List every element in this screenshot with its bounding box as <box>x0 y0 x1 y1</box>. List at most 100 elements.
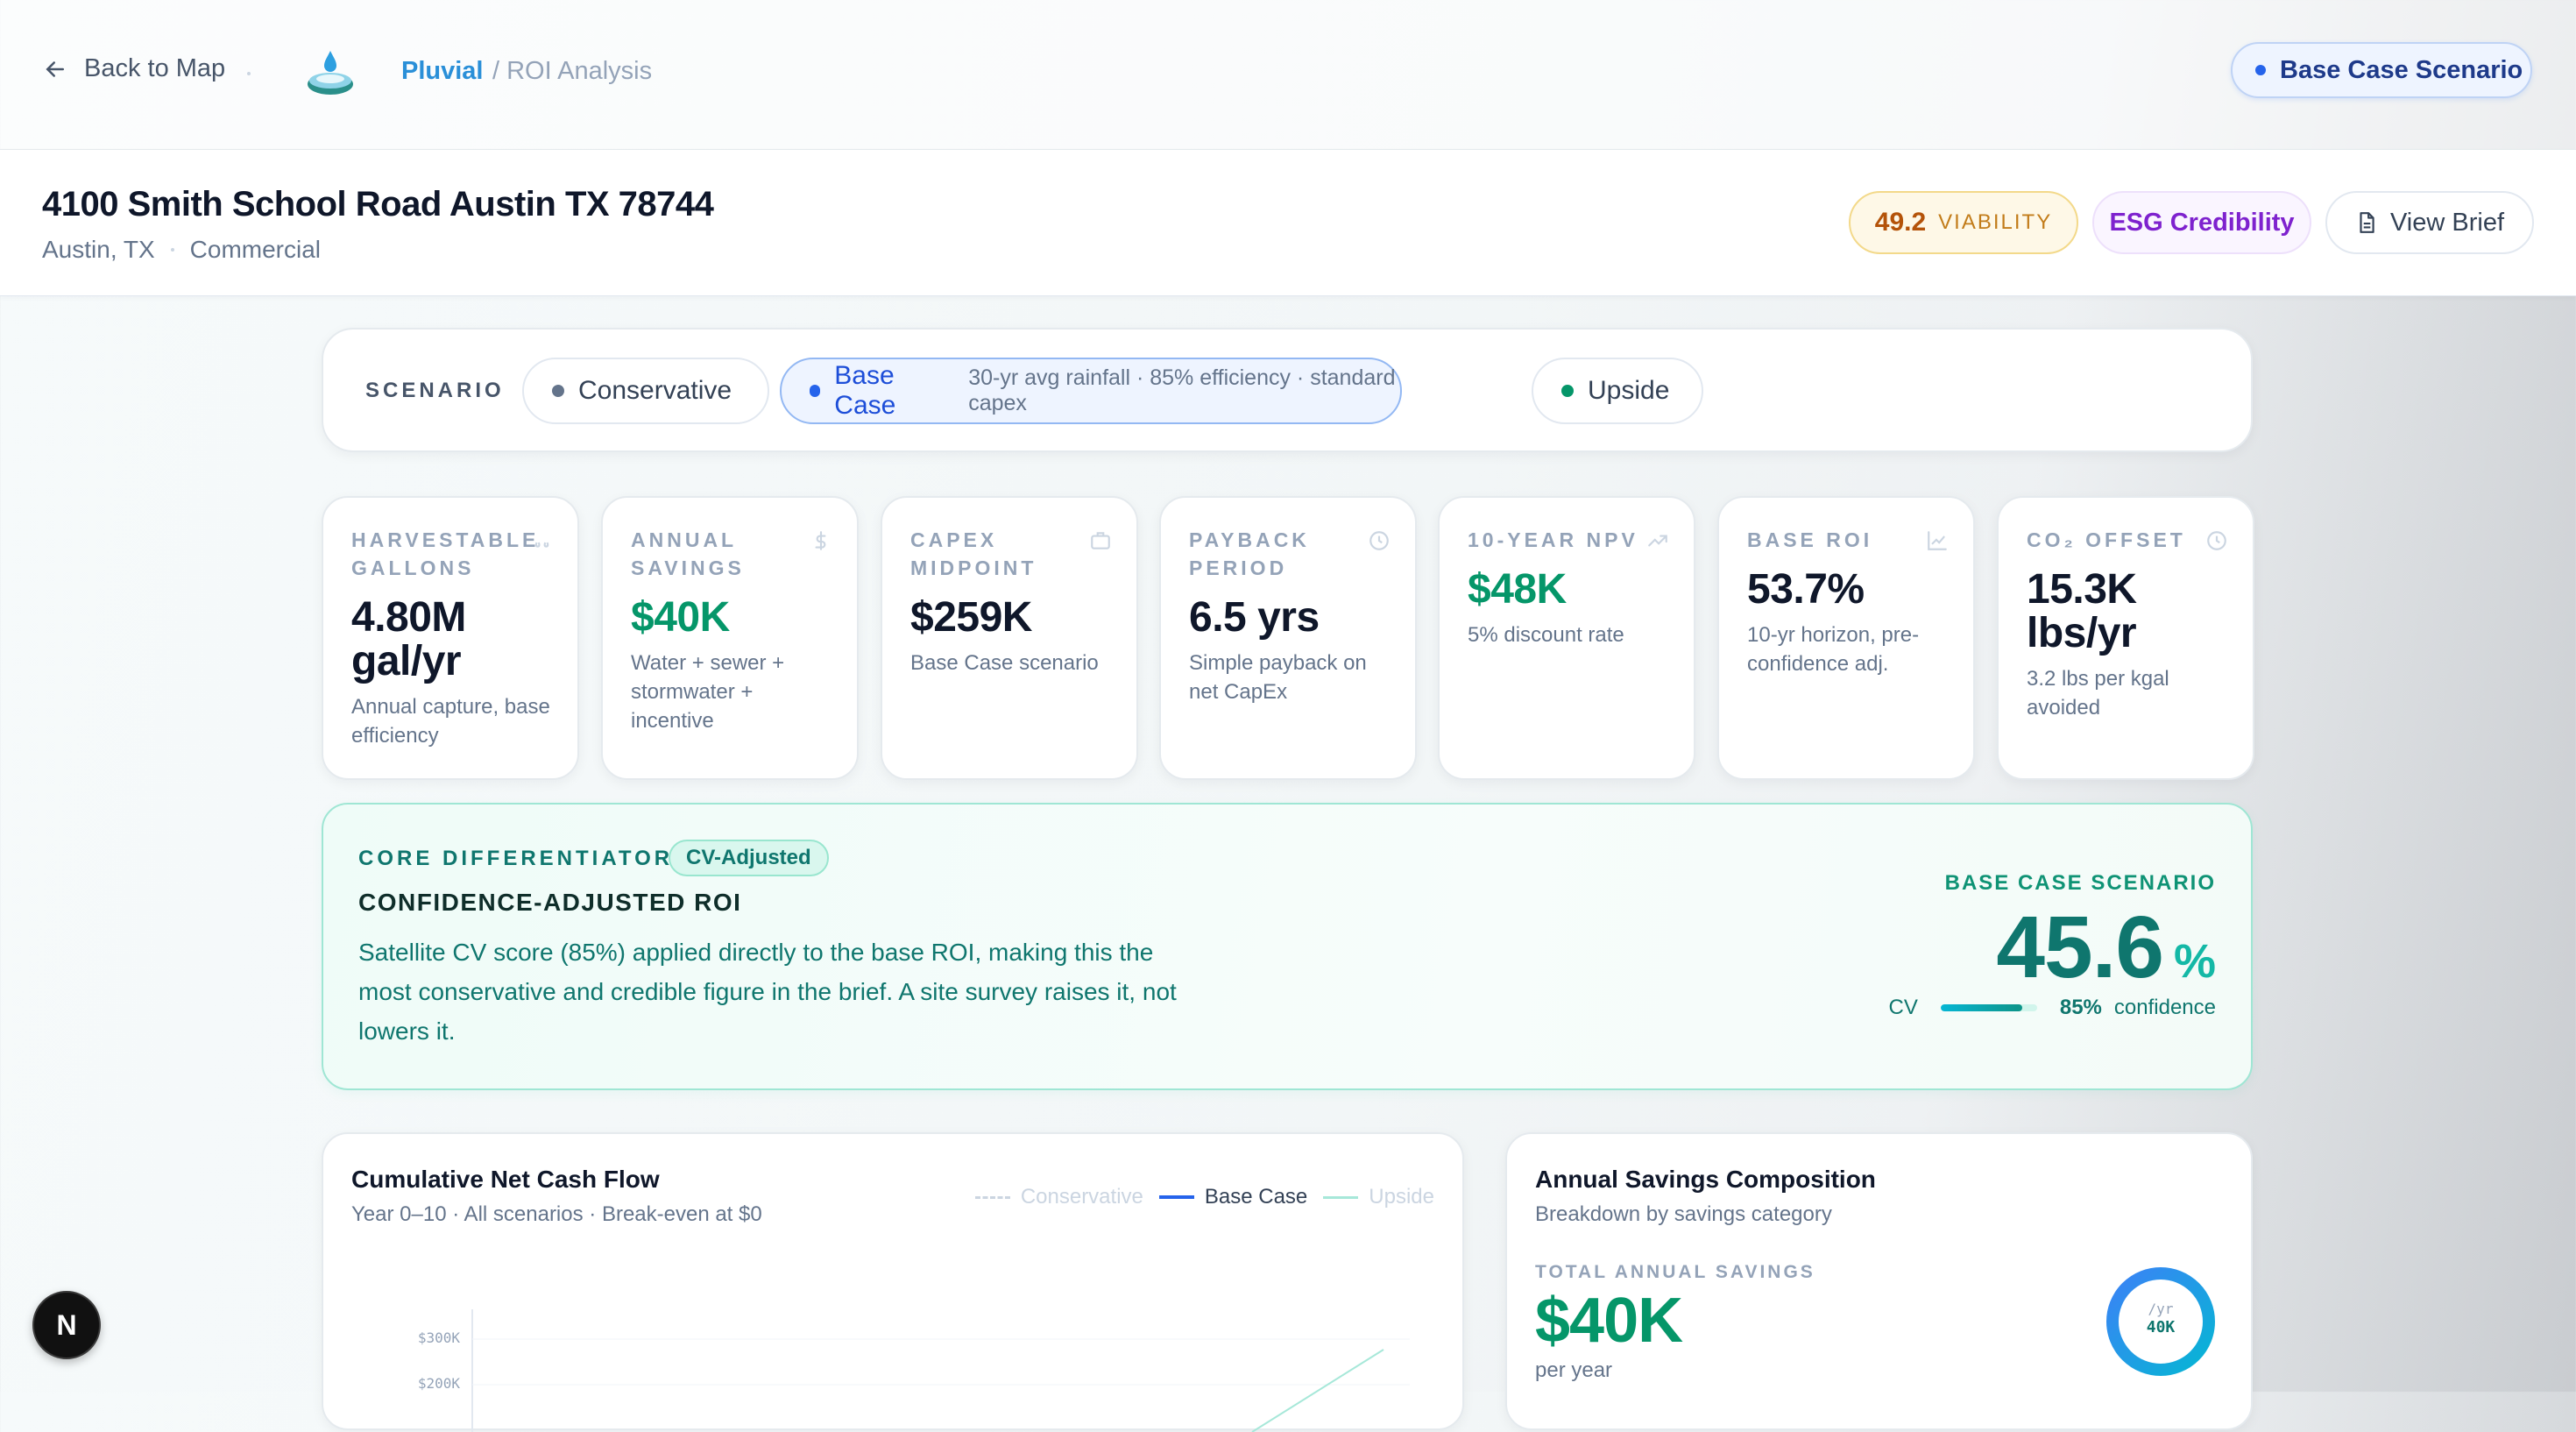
card-subtitle: Breakdown by savings category <box>1535 1202 1832 1226</box>
property-city: Austin, TX <box>42 236 155 263</box>
cash-flow-chart: $300K $200K <box>418 1309 1410 1432</box>
viability-label: VIABILITY <box>1938 210 2053 234</box>
option-label: Base Case <box>834 361 896 420</box>
kpi-value: $40K <box>631 594 730 641</box>
kpi-base-roi: BASE ROI 53.7% 10-yr horizon, pre-confid… <box>1717 496 1975 780</box>
cv-adjusted-badge: CV-Adjusted <box>669 840 829 876</box>
legend-swatch <box>1158 1195 1194 1199</box>
adjusted-roi-unit: % <box>2173 935 2216 988</box>
kpi-label: HARVESTABLE GALLONS <box>351 528 540 579</box>
kpi-note: 3.2 lbs per kgal avoided <box>2027 667 2169 720</box>
legend-label: Base Case <box>1204 1185 1308 1209</box>
kpi-label: BASE ROI <box>1747 528 1873 551</box>
kpi-note: 10-yr horizon, pre-confidence adj. <box>1747 623 1920 676</box>
esg-credibility-button[interactable]: ESG Credibility <box>2092 191 2311 254</box>
scenario-option-conservative[interactable]: Conservative <box>522 358 769 424</box>
scenario-indicator-pill[interactable]: Base Case Scenario <box>2231 42 2532 98</box>
back-label: Back to Map <box>84 54 226 82</box>
adjusted-roi-value: 45.6 <box>1996 898 2164 996</box>
property-address: 4100 Smith School Road Austin TX 78744 <box>42 185 714 223</box>
differentiator-kicker: CORE DIFFERENTIATOR <box>358 847 674 870</box>
cv-value: 85% <box>2059 996 2102 1019</box>
document-icon <box>2360 212 2374 233</box>
kpi-note: Annual capture, base efficiency <box>351 695 550 748</box>
trending-up-icon <box>1648 535 1667 547</box>
arrow-left-icon <box>46 60 64 77</box>
kpi-capex-midpoint: CAPEX MIDPOINT $259K Base Case scenario <box>881 496 1138 780</box>
legend-swatch <box>1323 1195 1359 1199</box>
kpi-10-year-npv: 10-YEAR NPV $48K 5% discount rate <box>1438 496 1695 780</box>
cumulative-cash-flow-card: Cumulative Net Cash Flow Year 0–10 · All… <box>322 1132 1464 1432</box>
legend-item-base-case[interactable]: Base Case <box>1158 1185 1308 1209</box>
cv-confidence-fill <box>1940 1004 2023 1011</box>
dollar-icon <box>815 531 826 550</box>
upside-series-line <box>1251 1349 1384 1432</box>
kpi-note: Water + sewer + stormwater + incentive <box>631 651 785 733</box>
kpi-value: 15.3K lbs/yr <box>2027 566 2137 656</box>
meta-dot <box>170 248 174 252</box>
chart-legend: Conservative Base Case Upside <box>974 1185 1434 1209</box>
property-header: 4100 Smith School Road Austin TX 78744 A… <box>0 150 2576 296</box>
legend-label: Upside <box>1369 1185 1434 1209</box>
bar-chart-icon <box>1928 531 1947 550</box>
pluvial-logo-icon <box>308 51 353 95</box>
kpi-co2-offset: CO₂ OFFSET 15.3K lbs/yr 3.2 lbs per kgal… <box>1997 496 2254 780</box>
cv-confidence-row: CV 85% confidence <box>1889 996 2216 1020</box>
viability-badge[interactable]: 49.2 VIABILITY <box>1849 191 2078 254</box>
savings-donut: /yr 40K <box>2105 1265 2217 1378</box>
scenario-label: SCENARIO <box>365 379 505 402</box>
option-label: Upside <box>1588 376 1670 405</box>
kpi-note: Base Case scenario <box>910 651 1099 675</box>
legend-item-conservative[interactable]: Conservative <box>974 1185 1143 1209</box>
card-title: Cumulative Net Cash Flow <box>351 1166 660 1193</box>
scenario-pill-label: Base Case Scenario <box>2280 55 2523 84</box>
scenario-dot-icon <box>2255 65 2266 75</box>
legend-item-upside[interactable]: Upside <box>1323 1185 1434 1209</box>
nextjs-dev-button[interactable]: N <box>32 1291 101 1359</box>
tick-label-300k: $300K <box>418 1329 461 1346</box>
clock-icon <box>2207 531 2226 550</box>
differentiator-body: Satellite CV score (85%) applied directl… <box>358 939 1177 1045</box>
base-case-dot-icon <box>810 385 821 397</box>
kpi-value: 53.7% <box>1747 566 1865 613</box>
top-nav: Back to Map Pluvial / ROI Analysis Base … <box>0 0 2576 150</box>
adjusted-roi: 45.6 % <box>1996 897 2216 998</box>
differentiator-title: CONFIDENCE-ADJUSTED ROI <box>358 889 742 916</box>
briefcase-icon <box>1091 532 1110 549</box>
card-subtitle: Year 0–10 · All scenarios · Break-even a… <box>351 1202 762 1226</box>
annual-savings-composition-card: Annual Savings Composition Breakdown by … <box>1505 1132 2253 1430</box>
option-label: Conservative <box>578 376 732 405</box>
droplets-icon <box>534 542 549 548</box>
kpi-label: CO₂ OFFSET <box>2027 528 2186 551</box>
property-meta: Austin, TX Commercial <box>42 236 321 264</box>
option-description: 30-yr avg rainfall · 85% efficiency · st… <box>968 365 1396 415</box>
separator-dot <box>247 72 251 75</box>
conservative-dot-icon <box>552 385 564 397</box>
clock-icon <box>1369 531 1389 550</box>
scenario-option-base-case[interactable]: Base Case 30-yr avg rainfall · 85% effic… <box>780 358 1402 424</box>
donut-value: 40K <box>2146 1318 2176 1336</box>
cv-confidence-bar <box>1940 1004 2037 1011</box>
donut-unit: /yr <box>2148 1301 2174 1317</box>
scenario-option-upside[interactable]: Upside <box>1532 358 1703 424</box>
cv-suffix: confidence <box>2113 996 2216 1019</box>
view-brief-button[interactable]: View Brief <box>2325 191 2534 254</box>
kpi-annual-savings: ANNUAL SAVINGS $40K Water + sewer + stor… <box>601 496 859 780</box>
kpi-value: $259K <box>910 594 1032 641</box>
total-savings-unit: per year <box>1535 1358 1613 1382</box>
legend-swatch <box>974 1195 1010 1199</box>
back-to-map-link[interactable]: Back to Map <box>42 54 225 83</box>
kpi-note: Simple payback on net CapEx <box>1189 651 1367 704</box>
roi-scenario-label: BASE CASE SCENARIO <box>1944 871 2216 895</box>
brand-name[interactable]: Pluvial <box>401 57 484 86</box>
viability-score: 49.2 <box>1874 208 1927 237</box>
kpi-value: 6.5 yrs <box>1189 594 1320 641</box>
kpi-value: $48K <box>1468 566 1567 613</box>
scenario-selector: SCENARIO Conservative Base Case 30-yr av… <box>322 328 2253 452</box>
legend-label: Conservative <box>1020 1185 1143 1209</box>
kpi-label: CAPEX MIDPOINT <box>910 528 1037 579</box>
kpi-value: 4.80M gal/yr <box>351 594 466 684</box>
kpi-note: 5% discount rate <box>1468 623 1624 647</box>
kpi-label: ANNUAL SAVINGS <box>631 528 745 579</box>
total-savings-label: TOTAL ANNUAL SAVINGS <box>1535 1262 1815 1282</box>
